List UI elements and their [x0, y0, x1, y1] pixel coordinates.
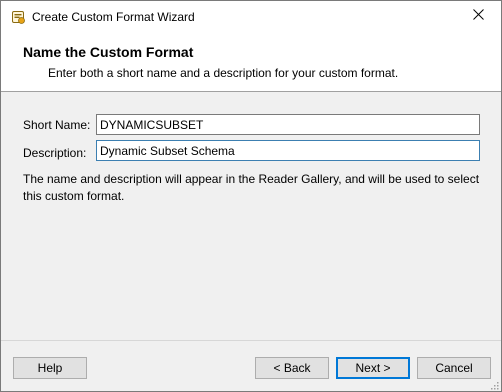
wizard-header: Name the Custom Format Enter both a shor…	[1, 31, 501, 92]
description-label: Description:	[23, 146, 87, 160]
resize-grip-icon[interactable]	[489, 379, 499, 390]
close-button[interactable]	[455, 1, 501, 31]
title-bar[interactable]: Create Custom Format Wizard	[1, 1, 501, 31]
short-name-input[interactable]	[96, 114, 480, 135]
next-button[interactable]: Next >	[336, 357, 410, 379]
page-title: Name the Custom Format	[23, 44, 194, 60]
window-title: Create Custom Format Wizard	[32, 10, 195, 24]
info-text: The name and description will appear in …	[23, 172, 480, 203]
wizard-window: Create Custom Format Wizard Name the Cus…	[0, 0, 502, 392]
wizard-app-icon	[10, 9, 26, 25]
back-button[interactable]: < Back	[255, 357, 329, 379]
help-button[interactable]: Help	[13, 357, 87, 379]
short-name-label: Short Name:	[23, 118, 91, 132]
page-subtitle: Enter both a short name and a descriptio…	[48, 66, 399, 80]
cancel-button[interactable]: Cancel	[417, 357, 491, 379]
description-input[interactable]	[96, 140, 480, 161]
footer-divider	[1, 340, 501, 341]
close-icon	[472, 9, 484, 23]
